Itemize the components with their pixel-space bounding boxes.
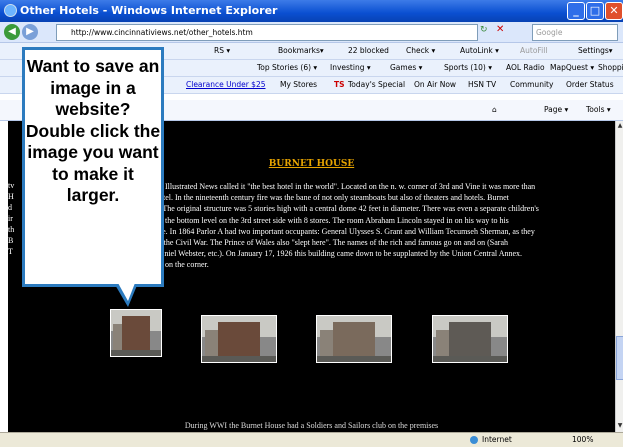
scroll-up-icon[interactable]: ▲ (616, 121, 623, 131)
bookmarks-button[interactable]: Bookmarks▾ (278, 43, 324, 59)
title-bar: Other Hotels - Windows Internet Explorer… (0, 0, 623, 22)
edge-text: ir (8, 214, 13, 223)
instruction-callout: Want to save an image in a website? Doub… (22, 47, 164, 287)
settings-button[interactable]: Settings▾ (578, 43, 613, 59)
hsn-tv-button[interactable]: HSN TV (468, 77, 496, 93)
forward-button[interactable]: ▶ (22, 24, 38, 40)
scroll-down-icon[interactable]: ▼ (616, 421, 623, 431)
edge-text: th (8, 225, 15, 234)
community-button[interactable]: Community (510, 77, 553, 93)
games-button[interactable]: Games ▾ (390, 60, 422, 76)
page-menu[interactable]: Page ▾ (544, 100, 568, 120)
callout-tail-inner (118, 283, 135, 301)
clearance-link[interactable]: Clearance Under $25 (186, 77, 266, 93)
ie-logo-icon (4, 4, 17, 17)
address-url: http://www.cincinnativiews.net/other_hot… (71, 28, 253, 37)
investing-button[interactable]: Investing ▾ (330, 60, 371, 76)
home-icon[interactable]: ⌂ (492, 100, 497, 120)
edge-text: tv (8, 181, 15, 190)
on-air-now-button[interactable]: On Air Now (414, 77, 456, 93)
zoom-level[interactable]: 100% (572, 433, 593, 447)
maximize-button[interactable]: □ (586, 2, 604, 20)
sports-button[interactable]: Sports (10) ▾ (444, 60, 492, 76)
globe-icon (470, 436, 478, 444)
address-row: ◀ ▶ http://www.cincinnativiews.net/other… (0, 22, 623, 43)
status-bar: Internet 100% (0, 432, 623, 447)
hotel-thumbnail[interactable] (316, 315, 392, 363)
autofill-button[interactable]: AutoFill (520, 43, 547, 59)
ts-logo: TS (334, 80, 345, 89)
search-input[interactable]: Google (532, 24, 618, 41)
address-field[interactable]: http://www.cincinnativiews.net/other_hot… (56, 24, 478, 41)
refresh-icon[interactable]: ↻ (480, 25, 488, 35)
minimize-button[interactable]: _ (567, 2, 585, 20)
security-zone: Internet (482, 435, 512, 444)
callout-text: Want to save an image in a website? Doub… (25, 56, 161, 205)
edge-text: B (8, 236, 14, 245)
popups-blocked[interactable]: 22 blocked (348, 43, 389, 59)
aol-radio-button[interactable]: AOL Radio (506, 60, 545, 76)
mapquest-button[interactable]: MapQuest ▾ (550, 60, 594, 76)
top-stories-button[interactable]: Top Stories (6) ▾ (257, 60, 317, 76)
vertical-scrollbar[interactable]: ▲ ▼ (615, 121, 623, 432)
tools-menu[interactable]: Tools ▾ (586, 100, 611, 120)
todays-special-button[interactable]: Today's Special (348, 77, 405, 93)
hotel-thumbnail[interactable] (201, 315, 277, 363)
order-status-button[interactable]: Order Status (566, 77, 614, 93)
check-button[interactable]: Check ▾ (406, 43, 435, 59)
my-stores-button[interactable]: My Stores (280, 77, 317, 93)
bottom-caption: During WWI the Burnet House had a Soldie… (184, 421, 439, 430)
shopping-button[interactable]: Shoppi (598, 60, 623, 76)
edge-text: T (8, 247, 13, 256)
search-placeholder: Google (536, 28, 563, 37)
close-button[interactable]: ✕ (605, 2, 623, 20)
edge-text: H (8, 192, 14, 201)
window-title: Other Hotels - Windows Internet Explorer (20, 4, 278, 17)
scroll-thumb[interactable] (616, 336, 623, 380)
stop-icon[interactable]: ✕ (496, 24, 504, 35)
hotel-thumbnail[interactable] (110, 309, 162, 357)
autolink-button[interactable]: AutoLink ▾ (460, 43, 499, 59)
edge-text: d (8, 203, 12, 212)
rs-dropdown[interactable]: RS ▾ (214, 43, 230, 59)
hotel-thumbnail[interactable] (432, 315, 508, 363)
back-button[interactable]: ◀ (4, 24, 20, 40)
